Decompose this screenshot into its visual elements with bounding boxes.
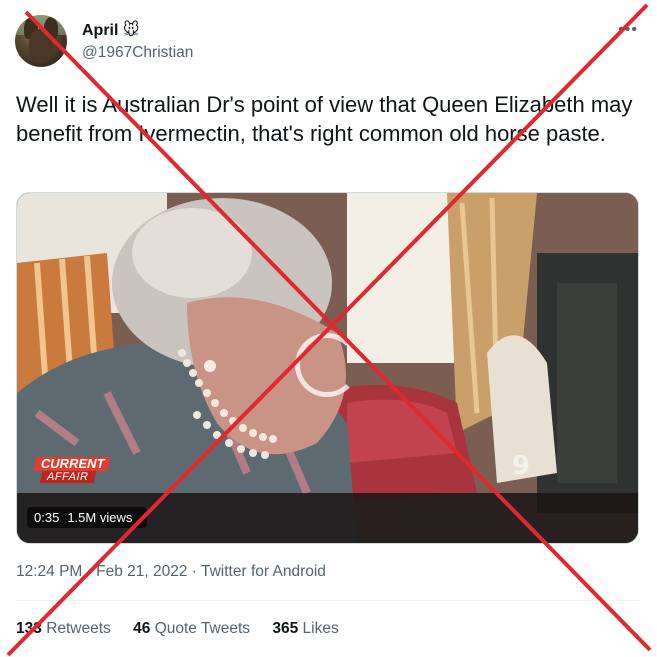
quote-tweets-count: 46 bbox=[133, 620, 151, 637]
loading-spinner-icon bbox=[295, 333, 359, 397]
meta-separator: · bbox=[82, 563, 97, 580]
logo-line-1: CURRENT bbox=[33, 456, 111, 471]
tweet-date[interactable]: Feb 21, 2022 bbox=[96, 563, 187, 580]
video-info-badge: 0:35 1.5M views bbox=[27, 507, 148, 528]
likes-stat[interactable]: 365 Likes bbox=[272, 620, 338, 637]
likes-label: Likes bbox=[302, 620, 339, 637]
video-duration: 0:35 bbox=[34, 510, 60, 525]
mouse-emoji-icon: 🐭 bbox=[122, 22, 140, 39]
divider bbox=[16, 600, 641, 601]
quote-tweets-label: Quote Tweets bbox=[154, 620, 251, 637]
display-name[interactable]: April 🐭 bbox=[82, 20, 140, 40]
tweet-header: April 🐭 @1967Christian ••• bbox=[15, 13, 642, 69]
a-current-affair-logo: CURRENT AFFAIR bbox=[33, 456, 131, 483]
likes-count: 365 bbox=[272, 620, 299, 637]
quote-tweets-stat[interactable]: 46 Quote Tweets bbox=[133, 620, 250, 637]
logo-line-2: AFFAIR bbox=[39, 471, 96, 483]
tweet-text: Well it is Australian Dr's point of view… bbox=[16, 92, 633, 146]
meta-separator: · bbox=[187, 563, 201, 580]
engagement-stats: 133 Retweets 46 Quote Tweets 365 Likes bbox=[16, 620, 357, 638]
display-name-text: April bbox=[82, 22, 119, 39]
channel-9-logo: 9 bbox=[512, 451, 531, 481]
video-views: 1.5M views bbox=[67, 510, 133, 525]
tweet-time[interactable]: 12:24 PM bbox=[16, 563, 82, 580]
avatar[interactable] bbox=[15, 15, 67, 67]
more-options-icon[interactable]: ••• bbox=[618, 21, 638, 39]
retweets-stat[interactable]: 133 Retweets bbox=[16, 620, 111, 637]
retweets-label: Retweets bbox=[46, 620, 111, 637]
tweet-source[interactable]: Twitter for Android bbox=[201, 563, 326, 580]
tweet-meta: 12:24 PM · Feb 21, 2022 · Twitter for An… bbox=[16, 563, 326, 581]
video-player[interactable]: CURRENT AFFAIR 9 0:35 1.5M views bbox=[16, 192, 639, 544]
retweets-count: 133 bbox=[16, 620, 42, 637]
user-handle[interactable]: @1967Christian bbox=[82, 44, 193, 62]
